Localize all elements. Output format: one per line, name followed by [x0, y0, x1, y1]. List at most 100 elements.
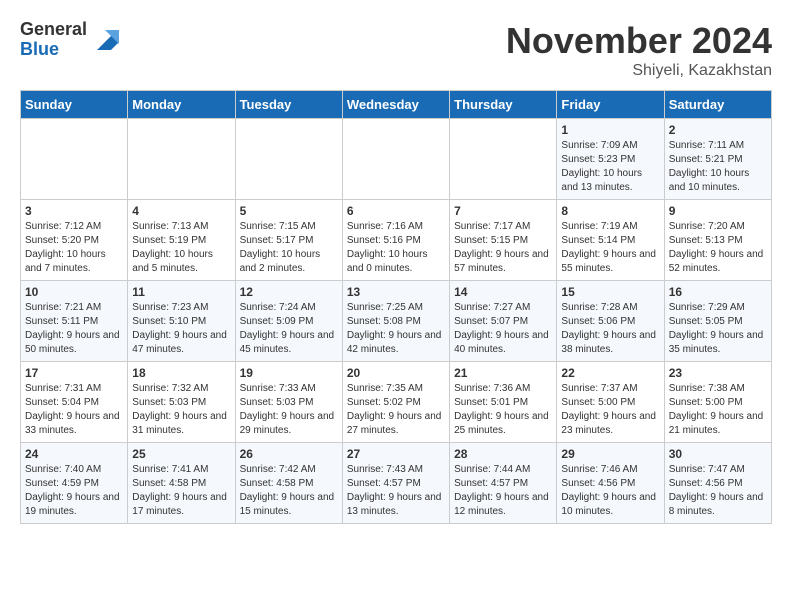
- header-row: SundayMondayTuesdayWednesdayThursdayFrid…: [21, 91, 772, 119]
- week-row-4: 17 Sunrise: 7:31 AM Sunset: 5:04 PM Dayli…: [21, 362, 772, 443]
- day-cell: 18 Sunrise: 7:32 AM Sunset: 5:03 PM Dayli…: [128, 362, 235, 443]
- day-number: 2: [669, 123, 767, 137]
- week-row-3: 10Sunrise: 7:21 AM Sunset: 5:11 PM Dayli…: [21, 281, 772, 362]
- day-cell: 1 Sunrise: 7:09 AM Sunset: 5:23 PM Daylig…: [557, 119, 664, 200]
- day-cell: 7Sunrise: 7:17 AM Sunset: 5:15 PM Daylig…: [450, 200, 557, 281]
- day-cell: [342, 119, 449, 200]
- day-cell: [128, 119, 235, 200]
- day-cell: 28 Sunrise: 7:44 AM Sunset: 4:57 PM Dayli…: [450, 443, 557, 524]
- day-cell: 16 Sunrise: 7:29 AM Sunset: 5:05 PM Dayli…: [664, 281, 771, 362]
- day-cell: 15 Sunrise: 7:28 AM Sunset: 5:06 PM Dayli…: [557, 281, 664, 362]
- day-cell: 4 Sunrise: 7:13 AM Sunset: 5:19 PM Daylig…: [128, 200, 235, 281]
- day-number: 9: [669, 204, 767, 218]
- day-number: 15: [561, 285, 659, 299]
- day-info: Sunrise: 7:35 AM Sunset: 5:02 PM Dayligh…: [347, 382, 445, 438]
- day-info: Sunrise: 7:21 AM Sunset: 5:11 PM Dayligh…: [25, 301, 123, 357]
- day-number: 4: [132, 204, 230, 218]
- column-header-saturday: Saturday: [664, 91, 771, 119]
- week-row-1: 1 Sunrise: 7:09 AM Sunset: 5:23 PM Daylig…: [21, 119, 772, 200]
- day-cell: [21, 119, 128, 200]
- day-cell: 6 Sunrise: 7:16 AM Sunset: 5:16 PM Daylig…: [342, 200, 449, 281]
- day-number: 19: [240, 366, 338, 380]
- day-number: 25: [132, 447, 230, 461]
- day-cell: 9 Sunrise: 7:20 AM Sunset: 5:13 PM Daylig…: [664, 200, 771, 281]
- column-header-tuesday: Tuesday: [235, 91, 342, 119]
- day-cell: [235, 119, 342, 200]
- day-number: 13: [347, 285, 445, 299]
- day-cell: 20 Sunrise: 7:35 AM Sunset: 5:02 PM Dayli…: [342, 362, 449, 443]
- day-number: 26: [240, 447, 338, 461]
- day-cell: 26 Sunrise: 7:42 AM Sunset: 4:58 PM Dayli…: [235, 443, 342, 524]
- page-header: General Blue November 2024 Shiyeli, Kaza…: [20, 20, 772, 80]
- day-info: Sunrise: 7:42 AM Sunset: 4:58 PM Dayligh…: [240, 463, 338, 519]
- logo-general-text: General: [20, 20, 87, 40]
- day-info: Sunrise: 7:44 AM Sunset: 4:57 PM Dayligh…: [454, 463, 552, 519]
- logo-icon: [91, 26, 119, 54]
- logo: General Blue: [20, 20, 119, 60]
- day-number: 21: [454, 366, 552, 380]
- column-header-friday: Friday: [557, 91, 664, 119]
- day-cell: 5 Sunrise: 7:15 AM Sunset: 5:17 PM Daylig…: [235, 200, 342, 281]
- day-info: Sunrise: 7:43 AM Sunset: 4:57 PM Dayligh…: [347, 463, 445, 519]
- day-number: 20: [347, 366, 445, 380]
- day-cell: 21Sunrise: 7:36 AM Sunset: 5:01 PM Dayli…: [450, 362, 557, 443]
- day-info: Sunrise: 7:47 AM Sunset: 4:56 PM Dayligh…: [669, 463, 767, 519]
- logo-blue-text: Blue: [20, 40, 87, 60]
- day-number: 12: [240, 285, 338, 299]
- day-number: 24: [25, 447, 123, 461]
- day-number: 16: [669, 285, 767, 299]
- day-cell: 17 Sunrise: 7:31 AM Sunset: 5:04 PM Dayli…: [21, 362, 128, 443]
- day-cell: 13Sunrise: 7:25 AM Sunset: 5:08 PM Dayli…: [342, 281, 449, 362]
- month-title: November 2024: [506, 20, 772, 62]
- day-info: Sunrise: 7:13 AM Sunset: 5:19 PM Dayligh…: [132, 220, 230, 276]
- day-number: 6: [347, 204, 445, 218]
- day-number: 27: [347, 447, 445, 461]
- day-number: 3: [25, 204, 123, 218]
- day-number: 11: [132, 285, 230, 299]
- day-cell: 10Sunrise: 7:21 AM Sunset: 5:11 PM Dayli…: [21, 281, 128, 362]
- day-number: 17: [25, 366, 123, 380]
- day-info: Sunrise: 7:16 AM Sunset: 5:16 PM Dayligh…: [347, 220, 445, 276]
- day-info: Sunrise: 7:09 AM Sunset: 5:23 PM Dayligh…: [561, 139, 659, 195]
- title-block: November 2024 Shiyeli, Kazakhstan: [506, 20, 772, 80]
- day-cell: 23Sunrise: 7:38 AM Sunset: 5:00 PM Dayli…: [664, 362, 771, 443]
- day-info: Sunrise: 7:11 AM Sunset: 5:21 PM Dayligh…: [669, 139, 767, 195]
- day-number: 8: [561, 204, 659, 218]
- day-info: Sunrise: 7:28 AM Sunset: 5:06 PM Dayligh…: [561, 301, 659, 357]
- day-info: Sunrise: 7:17 AM Sunset: 5:15 PM Dayligh…: [454, 220, 552, 276]
- column-header-thursday: Thursday: [450, 91, 557, 119]
- day-cell: 19 Sunrise: 7:33 AM Sunset: 5:03 PM Dayli…: [235, 362, 342, 443]
- day-cell: 25 Sunrise: 7:41 AM Sunset: 4:58 PM Dayli…: [128, 443, 235, 524]
- day-info: Sunrise: 7:29 AM Sunset: 5:05 PM Dayligh…: [669, 301, 767, 357]
- location-subtitle: Shiyeli, Kazakhstan: [506, 62, 772, 80]
- day-info: Sunrise: 7:33 AM Sunset: 5:03 PM Dayligh…: [240, 382, 338, 438]
- day-info: Sunrise: 7:15 AM Sunset: 5:17 PM Dayligh…: [240, 220, 338, 276]
- day-number: 1: [561, 123, 659, 137]
- day-info: Sunrise: 7:41 AM Sunset: 4:58 PM Dayligh…: [132, 463, 230, 519]
- day-info: Sunrise: 7:38 AM Sunset: 5:00 PM Dayligh…: [669, 382, 767, 438]
- day-info: Sunrise: 7:46 AM Sunset: 4:56 PM Dayligh…: [561, 463, 659, 519]
- day-cell: 30 Sunrise: 7:47 AM Sunset: 4:56 PM Dayli…: [664, 443, 771, 524]
- day-info: Sunrise: 7:31 AM Sunset: 5:04 PM Dayligh…: [25, 382, 123, 438]
- day-info: Sunrise: 7:40 AM Sunset: 4:59 PM Dayligh…: [25, 463, 123, 519]
- week-row-5: 24 Sunrise: 7:40 AM Sunset: 4:59 PM Dayli…: [21, 443, 772, 524]
- day-number: 22: [561, 366, 659, 380]
- day-cell: 3Sunrise: 7:12 AM Sunset: 5:20 PM Daylig…: [21, 200, 128, 281]
- week-row-2: 3Sunrise: 7:12 AM Sunset: 5:20 PM Daylig…: [21, 200, 772, 281]
- day-info: Sunrise: 7:23 AM Sunset: 5:10 PM Dayligh…: [132, 301, 230, 357]
- day-number: 30: [669, 447, 767, 461]
- day-info: Sunrise: 7:32 AM Sunset: 5:03 PM Dayligh…: [132, 382, 230, 438]
- day-cell: 22Sunrise: 7:37 AM Sunset: 5:00 PM Dayli…: [557, 362, 664, 443]
- day-number: 14: [454, 285, 552, 299]
- day-number: 5: [240, 204, 338, 218]
- day-number: 18: [132, 366, 230, 380]
- day-number: 28: [454, 447, 552, 461]
- day-cell: [450, 119, 557, 200]
- day-cell: 11 Sunrise: 7:23 AM Sunset: 5:10 PM Dayli…: [128, 281, 235, 362]
- day-info: Sunrise: 7:20 AM Sunset: 5:13 PM Dayligh…: [669, 220, 767, 276]
- column-header-wednesday: Wednesday: [342, 91, 449, 119]
- day-cell: 14Sunrise: 7:27 AM Sunset: 5:07 PM Dayli…: [450, 281, 557, 362]
- day-cell: 2 Sunrise: 7:11 AM Sunset: 5:21 PM Daylig…: [664, 119, 771, 200]
- column-header-monday: Monday: [128, 91, 235, 119]
- day-info: Sunrise: 7:24 AM Sunset: 5:09 PM Dayligh…: [240, 301, 338, 357]
